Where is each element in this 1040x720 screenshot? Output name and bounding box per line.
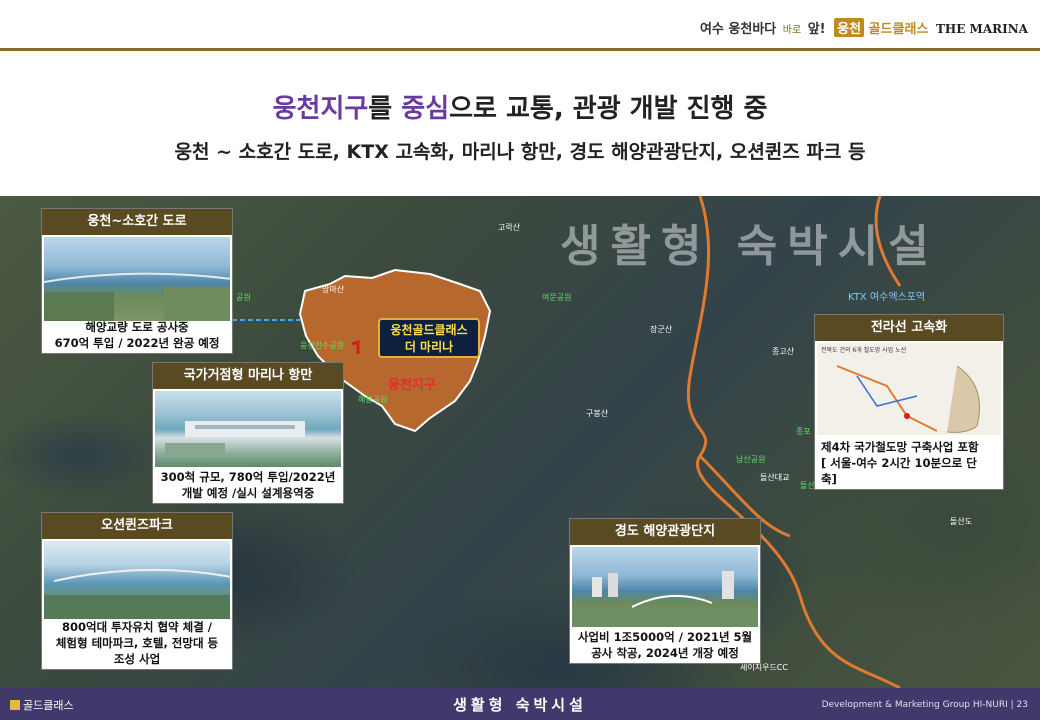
footer-credit: Development & Marketing Group HI-NURI | … [821, 700, 1028, 710]
place-label: 공원 [236, 293, 251, 302]
card-title: 국가거점형 마리나 항만 [153, 363, 343, 389]
brand-tag: 웅천 [834, 18, 865, 37]
card-title: 경도 해양관광단지 [570, 519, 760, 545]
headline-part4: 으로 교통, 관광 개발 진행 중 [449, 94, 768, 124]
headline-part1: 웅천지구 [272, 94, 369, 124]
place-label: 돌산대교 [760, 473, 790, 482]
place-label: 고락산 [498, 223, 521, 232]
top-divider [0, 48, 1040, 51]
place-label: 돌산 [800, 481, 815, 490]
place-label: KTX 여수엑스포역 [848, 292, 926, 303]
card-marina: 국가거점형 마리나 항만 300척 규모, 780억 투입/2022년 개발 예… [152, 362, 344, 504]
card-ocean-park: 오션퀸즈파크 800억대 투자유치 협약 체결 / 체험형 테마파크, 호텔, … [41, 512, 233, 670]
place-label: 해봉공원 [358, 395, 388, 404]
card-title: 전라선 고속화 [815, 315, 1003, 341]
headline-part2: 를 [368, 94, 402, 124]
card-title: 오션퀸즈파크 [42, 513, 232, 539]
brand-small: 바로 [782, 25, 802, 36]
card-title: 웅천~소호간 도로 [42, 209, 232, 235]
place-label: 남산공원 [736, 455, 766, 464]
road-photo [44, 237, 230, 321]
bridge-illustration [44, 272, 230, 321]
place-label: 여문공원 [542, 293, 572, 302]
card-road: 웅천~소호간 도로 해양교량 도로 공사중 670억 투입 / 2022년 완공… [41, 208, 233, 354]
headline-part3: 중심 [401, 94, 450, 124]
resort-illustration [572, 571, 758, 627]
card-caption: 300척 규모, 780억 투입/2022년 개발 예정 /실시 설계용역중 [160, 470, 336, 500]
site-callout-line1: 웅천골드클래스 [390, 323, 468, 337]
rail-map-thumbnail: 전북도 건의 6개 철도망 사업 노선 [817, 343, 1001, 435]
gyeongdo-photo [572, 547, 758, 627]
brand-text1: 여수 웅천바다 [699, 22, 777, 37]
site-callout-line2: 더 마리나 [404, 340, 454, 354]
card-caption: 제4차 국가철도망 구축사업 포함 [ 서울-여수 2시간 10분으로 단 축] [821, 440, 979, 486]
rail-network-diagram [836, 365, 980, 433]
ocean-photo [44, 541, 230, 619]
brand-gold: 골드클래스 [868, 22, 929, 37]
rail-map-heading: 전북도 건의 6개 철도망 사업 노선 [821, 347, 907, 354]
card-caption: 사업비 1조5000억 / 2021년 5월 공사 착공, 2024년 개장 예… [577, 630, 753, 660]
card-caption: 해양교량 도로 공사중 670억 투입 / 2022년 완공 예정 [54, 320, 220, 350]
marina-photo [155, 391, 341, 467]
park-illustration [44, 568, 230, 619]
place-label: 돌산도 [950, 517, 973, 526]
place-label: 종포 [796, 427, 811, 436]
brand-lockup: 여수 웅천바다 바로 앞! 웅천 골드클래스 THE MARINA [700, 18, 1028, 37]
place-label: 망마산 [322, 285, 345, 294]
watermark: 생활형 숙박시설 [560, 221, 939, 272]
top-bar: 여수 웅천바다 바로 앞! 웅천 골드클래스 THE MARINA [0, 0, 1040, 51]
page-subline: 웅천 ~ 소호간 도로, KTX 고속화, 마리나 항만, 경도 해양관광단지,… [174, 141, 866, 163]
card-ktx: 전라선 고속화 전북도 건의 6개 철도망 사업 노선 제4차 국가철도망 구축… [814, 314, 1004, 490]
marina-illustration [165, 421, 305, 457]
place-label: 종고산 [772, 347, 795, 356]
page-headline: 웅천지구를 중심으로 교통, 관광 개발 진행 중 [0, 88, 1040, 125]
footer-bar: 골드클래스 생활형 숙박시설 Development & Marketing G… [0, 688, 1040, 720]
place-label: 장군산 [650, 325, 673, 334]
card-caption: 800억대 투자유치 협약 체결 / 체험형 테마파크, 호텔, 전망대 등 조… [55, 620, 219, 666]
brand-text2: 앞! [807, 22, 826, 37]
site-callout: 웅천골드클래스 더 마리나 [378, 318, 480, 358]
card-gyeongdo: 경도 해양관광단지 사업비 1조5000억 / 2021년 5월 공사 착공, … [569, 518, 761, 664]
brand-marina: THE MARINA [935, 22, 1028, 36]
zone-label: 웅천지구 [388, 378, 436, 393]
place-label: 구봉산 [586, 409, 609, 418]
place-label: 웅천친수공원 [300, 341, 345, 350]
